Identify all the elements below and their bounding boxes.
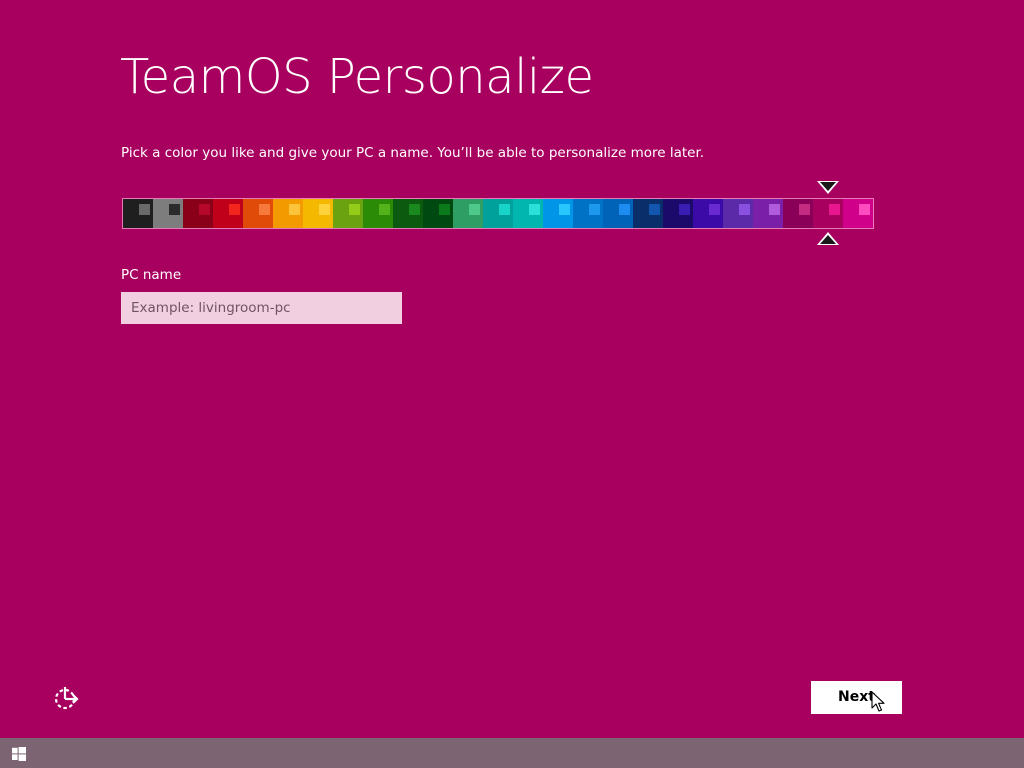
color-swatch[interactable]: [633, 199, 663, 228]
color-swatch[interactable]: [333, 199, 363, 228]
color-selector-bottom-marker: [817, 232, 839, 245]
pc-name-label: PC name: [121, 267, 182, 283]
color-swatch[interactable]: [513, 199, 543, 228]
color-swatch[interactable]: [153, 199, 183, 228]
color-swatch-accent: [349, 204, 360, 215]
color-swatch[interactable]: [183, 199, 213, 228]
color-swatch-accent: [379, 204, 390, 215]
next-button[interactable]: Next: [811, 681, 902, 714]
color-swatch-accent: [199, 204, 210, 215]
color-swatch-accent: [229, 204, 240, 215]
instructions-text: Pick a color you like and give your PC a…: [121, 145, 705, 161]
color-swatch-accent: [319, 204, 330, 215]
color-swatch[interactable]: [123, 199, 153, 228]
color-swatch[interactable]: [243, 199, 273, 228]
color-swatch-accent: [799, 204, 810, 215]
color-swatch-accent: [289, 204, 300, 215]
color-swatch-accent: [829, 204, 840, 215]
color-swatch-accent: [679, 204, 690, 215]
color-swatch[interactable]: [603, 199, 633, 228]
color-swatch-accent: [559, 204, 570, 215]
taskbar: [0, 738, 1024, 768]
ease-of-access-icon[interactable]: [52, 684, 80, 712]
color-swatch[interactable]: [573, 199, 603, 228]
color-swatch[interactable]: [363, 199, 393, 228]
color-swatch-accent: [169, 204, 180, 215]
color-swatch-accent: [499, 204, 510, 215]
color-swatch[interactable]: [663, 199, 693, 228]
color-swatch[interactable]: [783, 199, 813, 228]
color-swatch-accent: [709, 204, 720, 215]
color-swatch-accent: [589, 204, 600, 215]
color-swatch-accent: [859, 204, 870, 215]
color-swatch-accent: [529, 204, 540, 215]
color-swatch[interactable]: [483, 199, 513, 228]
color-swatch-accent: [259, 204, 270, 215]
ease-of-access-glyph: [54, 687, 79, 710]
color-swatch[interactable]: [213, 199, 243, 228]
page-title: TeamOS Personalize: [120, 49, 594, 105]
color-swatch[interactable]: [453, 199, 483, 228]
color-swatch[interactable]: [753, 199, 783, 228]
color-swatch-accent: [469, 204, 480, 215]
color-swatch-accent: [769, 204, 780, 215]
color-swatch[interactable]: [843, 199, 873, 228]
mouse-cursor-icon: [871, 691, 885, 713]
color-swatch-accent: [739, 204, 750, 215]
color-swatch[interactable]: [303, 199, 333, 228]
color-selector-top-marker: [817, 181, 839, 194]
pc-name-input[interactable]: [121, 292, 402, 324]
color-picker[interactable]: [122, 198, 874, 229]
color-swatch-accent: [619, 204, 630, 215]
color-swatch-accent: [139, 204, 150, 215]
color-swatch[interactable]: [693, 199, 723, 228]
color-swatch-accent: [649, 204, 660, 215]
color-swatch-accent: [409, 204, 420, 215]
color-swatch[interactable]: [423, 199, 453, 228]
color-swatch[interactable]: [273, 199, 303, 228]
color-swatch[interactable]: [393, 199, 423, 228]
color-swatch[interactable]: [723, 199, 753, 228]
windows-start-icon[interactable]: [12, 746, 26, 761]
color-swatch[interactable]: [543, 199, 573, 228]
color-swatch-accent: [439, 204, 450, 215]
color-swatch[interactable]: [813, 199, 843, 228]
